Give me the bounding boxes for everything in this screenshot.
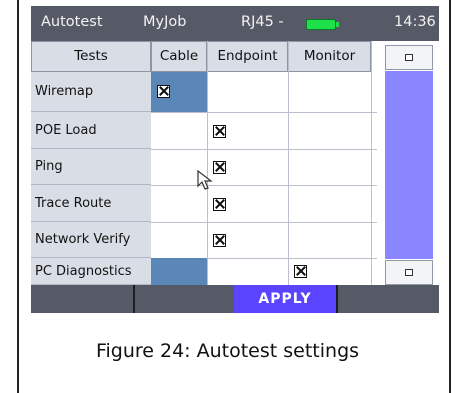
device-screen: Autotest MyJob RJ45 - 14:36 Tests Cable … [31, 6, 439, 313]
apply-button[interactable]: APPLY [234, 285, 336, 313]
status-job: MyJob [143, 14, 187, 30]
table-row-label[interactable]: Network Verify [31, 222, 151, 258]
table-row-label[interactable]: POE Load [31, 112, 151, 149]
grid-line [207, 41, 208, 285]
scroll-thumb[interactable] [385, 71, 433, 259]
button-divider [133, 285, 135, 313]
checkbox-checked-icon[interactable] [213, 198, 226, 211]
battery-icon [306, 19, 336, 30]
checkbox-checked-icon[interactable] [294, 265, 307, 278]
frame-right-border [449, 0, 451, 393]
header-monitor: Monitor [288, 41, 371, 72]
battery-tip [336, 22, 339, 27]
table-row-label[interactable]: Ping [31, 149, 151, 185]
table-row-label[interactable]: PC Diagnostics [31, 258, 151, 285]
status-time: 14:36 [394, 14, 436, 30]
header-endpoint: Endpoint [207, 41, 288, 72]
grid-line [371, 41, 372, 285]
header-tests: Tests [31, 41, 151, 72]
checkbox-checked-icon[interactable] [157, 85, 170, 98]
grid-line [288, 41, 289, 285]
scroll-down-button[interactable] [385, 260, 433, 285]
button-divider [336, 285, 338, 313]
checkbox-checked-icon[interactable] [213, 234, 226, 247]
square-icon [405, 54, 413, 61]
checkbox-checked-icon[interactable] [213, 125, 226, 138]
mouse-pointer-icon [197, 170, 213, 190]
status-bar: Autotest MyJob RJ45 - 14:36 [31, 6, 439, 41]
square-icon [405, 269, 413, 276]
status-port: RJ45 - [241, 14, 284, 30]
cell-wiremap-cable[interactable] [151, 72, 207, 112]
soft-button-bar: APPLY [31, 285, 439, 313]
frame-left-border [17, 0, 19, 393]
table-row-label[interactable]: Trace Route [31, 185, 151, 222]
autotest-table: Tests Cable Endpoint Monitor Wiremap POE… [31, 41, 377, 285]
figure-caption: Figure 24: Autotest settings [95, 340, 360, 362]
status-mode: Autotest [41, 14, 103, 30]
header-cable: Cable [151, 41, 207, 72]
scroll-up-button[interactable] [385, 45, 433, 70]
cell-pcdiag-cable[interactable] [151, 258, 207, 285]
table-row-label[interactable]: Wiremap [31, 72, 151, 112]
scrollbar[interactable] [377, 41, 439, 285]
